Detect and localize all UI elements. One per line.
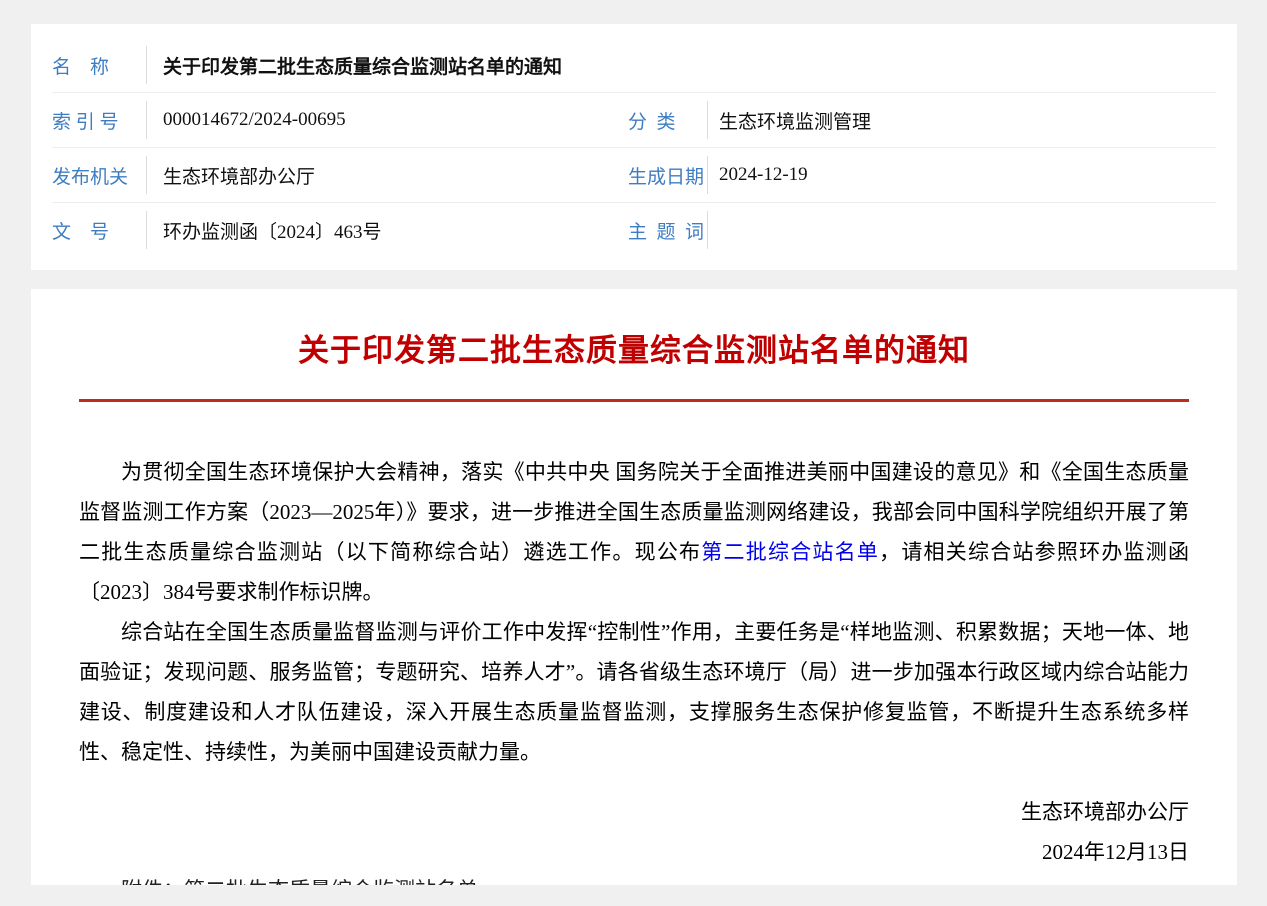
field-label-category: 分 类 bbox=[628, 107, 707, 134]
signature-block: 生态环境部办公厅 2024年12月13日 bbox=[79, 792, 1189, 872]
article-panel: 关于印发第二批生态质量综合监测站名单的通知 为贯彻全国生态环境保护大会精神，落实… bbox=[31, 289, 1237, 885]
label-value-divider bbox=[707, 211, 708, 249]
title-divider-rule bbox=[79, 399, 1189, 402]
field-label-index-number: 索 引 号 bbox=[52, 107, 146, 134]
meta-cell-subject-words: 主 题 词 bbox=[628, 211, 1216, 249]
field-value-category: 生态环境监测管理 bbox=[708, 107, 871, 134]
field-label-generated-date: 生成日期 bbox=[628, 162, 707, 189]
station-list-link[interactable]: 第二批综合站名单 bbox=[701, 540, 879, 564]
paragraph-1: 为贯彻全国生态环境保护大会精神，落实《中共中央 国务院关于全面推进美丽中国建设的… bbox=[79, 452, 1189, 612]
meta-cell-name: 名 称 关于印发第二批生态质量综合监测站名单的通知 bbox=[52, 46, 1216, 84]
field-label-name: 名 称 bbox=[52, 52, 146, 79]
document-info-panel: 名 称 关于印发第二批生态质量综合监测站名单的通知 索 引 号 00001467… bbox=[31, 24, 1237, 270]
meta-cell-doc-number: 文 号 环办监测函〔2024〕463号 bbox=[52, 211, 628, 249]
issuing-office-signature: 生态环境部办公厅 bbox=[79, 792, 1189, 832]
meta-cell-agency: 发布机关 生态环境部办公厅 bbox=[52, 156, 628, 194]
field-value-index-number: 000014672/2024-00695 bbox=[147, 109, 346, 131]
meta-row-index-category: 索 引 号 000014672/2024-00695 分 类 生态环境监测管理 bbox=[52, 92, 1216, 147]
meta-row-docno-subject: 文 号 环办监测函〔2024〕463号 主 题 词 bbox=[52, 202, 1216, 257]
article-title: 关于印发第二批生态质量综合监测站名单的通知 bbox=[79, 329, 1189, 372]
field-label-issuing-agency: 发布机关 bbox=[52, 162, 146, 189]
meta-cell-generated-date: 生成日期 2024-12-19 bbox=[628, 156, 1216, 194]
meta-cell-category: 分 类 生态环境监测管理 bbox=[628, 101, 1216, 139]
field-value-generated-date: 2024-12-19 bbox=[708, 164, 808, 186]
paragraph-2: 综合站在全国生态质量监督监测与评价工作中发挥“控制性”作用，主要任务是“样地监测… bbox=[79, 612, 1189, 772]
meta-row-name: 名 称 关于印发第二批生态质量综合监测站名单的通知 bbox=[52, 38, 1216, 92]
issue-date: 2024年12月13日 bbox=[79, 832, 1189, 872]
field-label-subject-words: 主 题 词 bbox=[628, 217, 707, 244]
field-value-doc-number: 环办监测函〔2024〕463号 bbox=[147, 217, 382, 244]
meta-cell-index: 索 引 号 000014672/2024-00695 bbox=[52, 101, 628, 139]
field-value-name: 关于印发第二批生态质量综合监测站名单的通知 bbox=[147, 52, 562, 79]
page: { "colors": { "page_bg": "#f0f0f0", "pan… bbox=[0, 24, 1267, 906]
meta-row-agency-date: 发布机关 生态环境部办公厅 生成日期 2024-12-19 bbox=[52, 147, 1216, 202]
field-value-issuing-agency: 生态环境部办公厅 bbox=[147, 162, 315, 189]
field-label-doc-number: 文 号 bbox=[52, 217, 146, 244]
